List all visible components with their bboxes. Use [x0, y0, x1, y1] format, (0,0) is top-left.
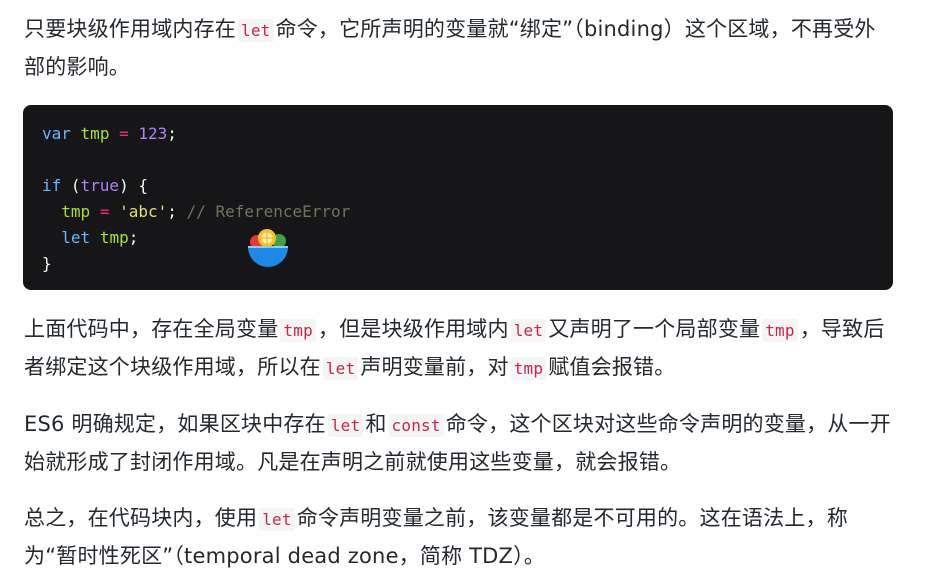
code-punctuation: ;	[167, 202, 177, 221]
code-line-1: var tmp = 123;	[42, 121, 874, 147]
code-line-6: }	[42, 251, 874, 277]
inline-code: let	[259, 508, 295, 531]
paragraph-es6-rule: ES6 明确规定，如果区块中存在 let 和 const 命令，这个区块对这些命令声明的…	[24, 406, 896, 481]
code-keyword: let	[61, 228, 91, 247]
code-operator: =	[119, 124, 129, 143]
code-variable: tmp	[80, 124, 110, 143]
paragraph-text: ，但是块级作用域内	[317, 317, 509, 341]
inline-code: let	[327, 414, 364, 437]
code-comment: // ReferenceError	[186, 202, 351, 221]
code-boolean: true	[80, 176, 120, 195]
inline-code: tmp	[280, 319, 316, 342]
code-keyword: if	[42, 176, 62, 195]
code-line-3: if (true) {	[42, 173, 874, 199]
code-variable: tmp	[99, 228, 129, 247]
code-string: 'abc'	[119, 202, 168, 221]
inline-code: tmp	[762, 319, 798, 342]
paragraph-text: 只要块级作用域内存在	[24, 17, 236, 41]
fruit-bowl-icon	[246, 226, 290, 270]
inline-code: let	[238, 19, 274, 42]
code-punctuation: (	[61, 176, 81, 195]
paragraph-text: 总之，在代码块内，使用	[24, 506, 258, 530]
code-keyword: var	[42, 124, 71, 143]
paragraph-explanation: 上面代码中，存在全局变量 tmp ，但是块级作用域内 let 又声明了一个局部变量 tmp…	[24, 311, 896, 387]
inline-code: tmp	[510, 357, 547, 380]
paragraph-text: 上面代码中，存在全局变量	[24, 317, 279, 341]
code-line-5: let tmp;	[42, 225, 874, 251]
code-operator: =	[99, 202, 110, 221]
code-line-4: tmp = 'abc'; // ReferenceError	[42, 199, 874, 225]
paragraph-tdz: 总之，在代码块内，使用 let 命令声明变量之前，该变量都是不可用的。这在语法上，称…	[24, 500, 896, 575]
code-punctuation: ) {	[119, 176, 148, 195]
paragraph-binding: 只要块级作用域内存在 let 命令，它所声明的变量就“绑定”（binding）这个区…	[24, 11, 896, 86]
code-block: var tmp = 123; if (true) { tmp = 'abc'; …	[23, 105, 893, 290]
inline-code: let	[510, 319, 547, 342]
code-punctuation: ;	[128, 228, 139, 247]
inline-code: let	[322, 357, 359, 380]
paragraph-text: ES6 明确规定，如果区块中存在	[24, 412, 326, 436]
paragraph-text: 又声明了一个局部变量	[548, 317, 761, 341]
inline-code: const	[388, 414, 444, 437]
code-punctuation: ;	[167, 124, 177, 143]
code-punctuation: }	[42, 254, 52, 273]
paragraph-text: 声明变量前，对	[360, 355, 509, 379]
paragraph-text: 和	[365, 412, 387, 436]
paragraph-text: 赋值会报错。	[548, 355, 676, 379]
code-variable: tmp	[61, 202, 91, 221]
code-number: 123	[138, 124, 168, 143]
